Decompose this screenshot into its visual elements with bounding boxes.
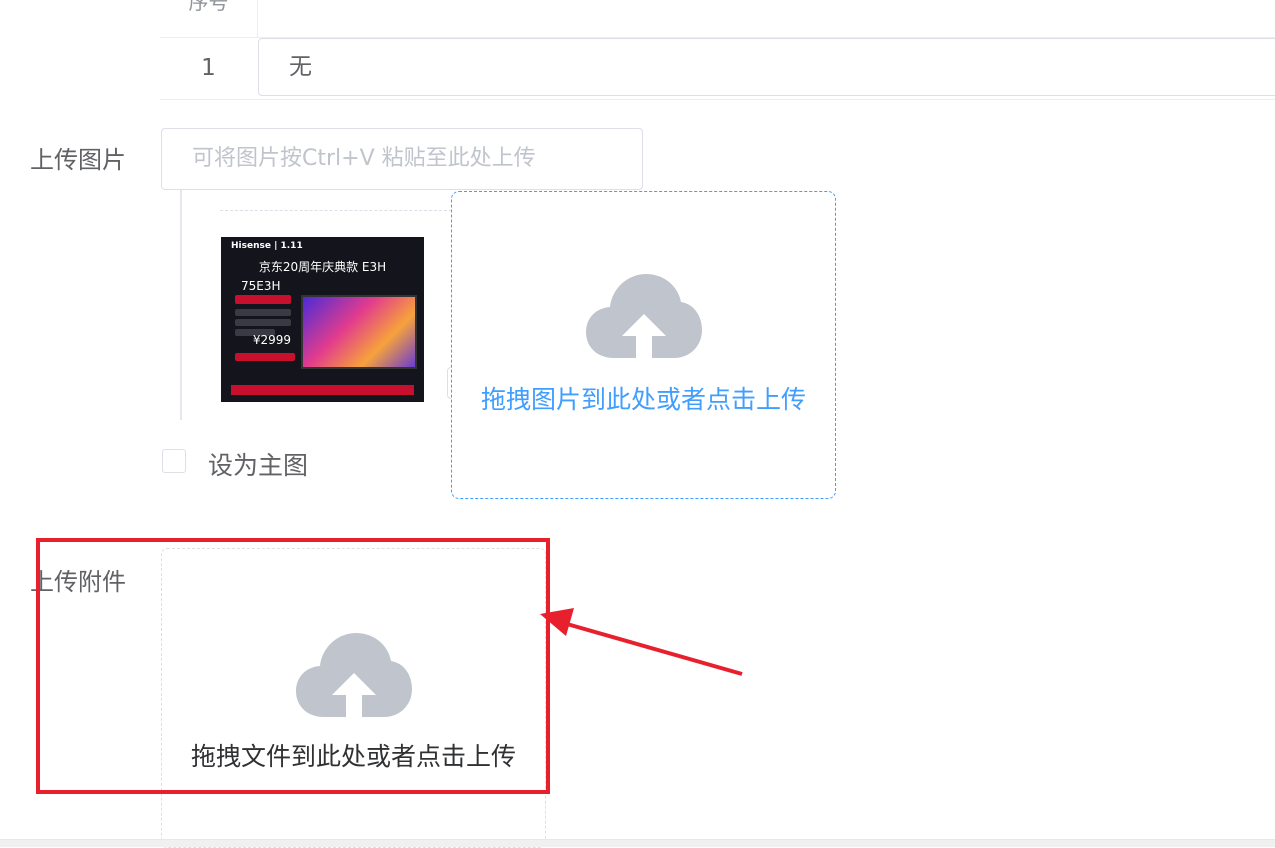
thumbnail-promo-bar [235, 353, 295, 361]
thumbnail-brand: Hisense | 1.11 [231, 241, 303, 251]
thumbnail-model: 75E3H [241, 279, 281, 293]
upload-cloud-icon [586, 274, 702, 360]
annotation-arrow-icon [540, 608, 743, 676]
set-main-image-label[interactable]: 设为主图 [208, 446, 308, 482]
set-main-image-checkbox[interactable] [162, 449, 186, 473]
row-value-input[interactable]: 无 [258, 38, 1275, 96]
image-upload-dropzone[interactable]: 拖拽图片到此处或者点击上传 [451, 191, 836, 499]
image-dropzone-text: 拖拽图片到此处或者点击上传 [480, 385, 806, 414]
thumbnail-title: 京东20周年庆典款 E3H [258, 260, 387, 274]
table-header: 序号 [160, 0, 1275, 38]
row-index: 1 [201, 55, 216, 81]
column-header-index: 序号 [188, 0, 229, 14]
product-thumbnail[interactable]: Hisense | 1.11 京东20周年庆典款 E3H 75E3H ¥2999 [221, 237, 424, 402]
image-list-border [220, 210, 452, 211]
thumbnail-tag [235, 295, 291, 304]
thumbnail-footer-bar [231, 385, 414, 395]
thumbnail-feature-bar [235, 319, 291, 326]
table-row: 1 无 [160, 37, 1275, 100]
paste-image-input[interactable]: 可将图片按Ctrl+V 粘贴至此处上传 [161, 128, 643, 190]
highlight-box [36, 538, 550, 794]
upload-image-label: 上传图片 [30, 146, 126, 174]
thumbnail-price: ¥2999 [252, 333, 291, 347]
thumbnail-feature-bar [235, 309, 291, 316]
image-list-divider [180, 190, 182, 420]
thumbnail-tv-image [301, 295, 417, 369]
column-divider [257, 0, 258, 37]
